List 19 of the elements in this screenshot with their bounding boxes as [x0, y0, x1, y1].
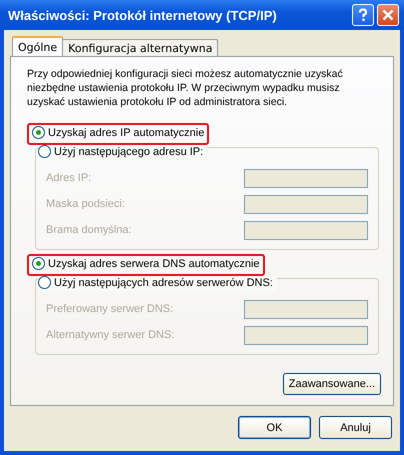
close-icon [382, 9, 394, 21]
field-label: Brama domyślna: [46, 224, 132, 236]
help-icon [356, 8, 370, 22]
tab[interactable]: Konfiguracja alternatywna [62, 39, 218, 56]
help-button[interactable] [352, 4, 374, 26]
field-label: Adres IP: [46, 172, 92, 184]
description-text: Przy odpowiedniej konfiguracji sieci możesz automatycznie uzyskać niezbędne ustawienia protokołu IP. W przeciwnym wypadku musisz uzyskać ustawienia protokołu IP od administratora sieci. [27, 67, 344, 109]
window-title: Właściwości: Protokół internetowy (TCP/IP) [8, 8, 278, 22]
radio-option[interactable]: Użyj następujących adresów serwerów DNS: [38, 276, 273, 289]
dialog-button[interactable]: OK [238, 416, 311, 439]
radio-option[interactable]: Uzyskaj adres serwera DNS automatycznie [32, 257, 260, 270]
advanced-button[interactable]: Zaawansowane... [282, 373, 381, 395]
field-label: Preferowany serwer DNS: [46, 303, 174, 315]
field-label: Maska podsieci: [46, 198, 125, 210]
field-label: Alternatywny serwer DNS: [46, 329, 174, 341]
radio-option[interactable]: Uzyskaj adres IP automatycznie [32, 126, 204, 139]
close-button[interactable] [377, 4, 399, 26]
dialog-button[interactable]: Anuluj [319, 416, 392, 439]
tab[interactable]: Ogólne [12, 36, 64, 56]
